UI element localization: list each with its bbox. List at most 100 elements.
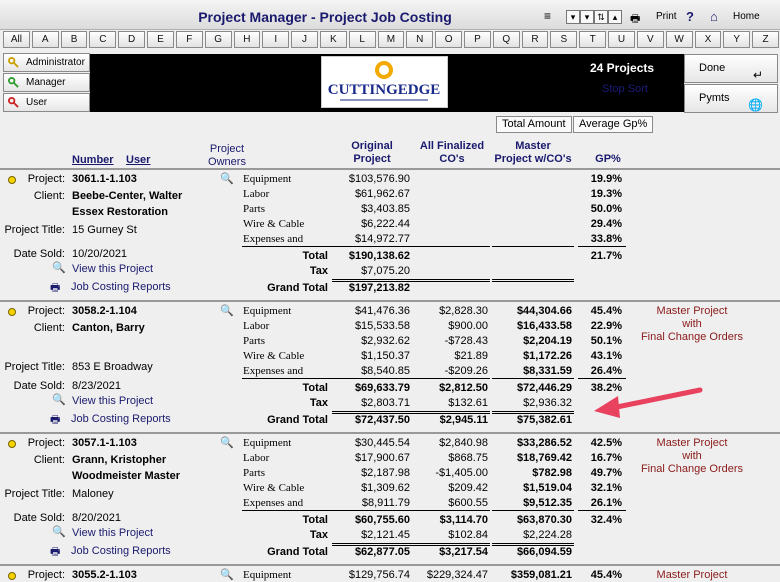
letter-filter-y[interactable]: Y: [723, 31, 751, 48]
project-title-label: Project Title:: [4, 224, 65, 236]
project-title-label: Project Title:: [4, 361, 65, 373]
magnifier-icon[interactable]: 🔍: [52, 261, 66, 274]
category-label: Parts: [243, 203, 265, 215]
letter-filter-c[interactable]: C: [89, 31, 117, 48]
project-number[interactable]: 3057.1-1.103: [72, 437, 137, 449]
cos-value: $209.42: [448, 482, 488, 494]
letter-filter-g[interactable]: G: [204, 31, 232, 48]
printer-icon[interactable]: 🖶: [50, 543, 60, 562]
original-value: $103,576.90: [348, 173, 410, 185]
home-icon[interactable]: ⌂: [710, 9, 718, 25]
category-label: Parts: [243, 335, 265, 347]
category-label: Wire & Cable: [243, 218, 305, 230]
total-amount-button[interactable]: Total Amount: [496, 116, 572, 133]
letter-filter-t[interactable]: T: [579, 31, 607, 48]
letter-filter-p[interactable]: P: [464, 31, 491, 48]
letter-filter-h[interactable]: H: [233, 31, 261, 48]
average-gp-button[interactable]: Average Gp%: [573, 116, 654, 133]
view-project-link[interactable]: View this Project: [72, 395, 153, 407]
master-project-note: with: [682, 450, 702, 462]
letter-filter-l[interactable]: L: [348, 31, 376, 48]
sort-icon[interactable]: ≡: [544, 9, 551, 25]
letter-filter-j[interactable]: J: [291, 31, 318, 48]
done-button[interactable]: Done ↵: [684, 54, 778, 83]
project-number[interactable]: 3058.2-1.104: [72, 305, 137, 317]
grand-total-line: [492, 411, 574, 412]
cos-value: $229,324.47: [426, 569, 488, 581]
role-administrator-button[interactable]: Administrator: [3, 53, 90, 72]
sort-desc-icon[interactable]: ⇅: [594, 10, 608, 24]
original-value: $15,533.58: [354, 320, 410, 332]
letter-filter-r[interactable]: R: [521, 31, 549, 48]
magnifier-icon[interactable]: 🔍: [52, 393, 66, 406]
letter-filter-m[interactable]: M: [377, 31, 405, 48]
tax-master: $2,936.32: [523, 397, 572, 409]
home-button[interactable]: Home: [733, 11, 760, 27]
print-icon[interactable]: 🖶: [630, 10, 640, 26]
collapse-icon[interactable]: ▴: [608, 10, 622, 24]
total-master: $63,870.30: [516, 514, 572, 526]
project-number[interactable]: 3061.1-1.103: [72, 173, 137, 185]
total-original: $60,755.60: [354, 514, 410, 526]
grand-total-line: [412, 411, 490, 412]
payments-button[interactable]: Pymts 🌐: [684, 84, 778, 113]
letter-filter-i[interactable]: I: [262, 31, 290, 48]
letter-filter-f[interactable]: F: [175, 31, 203, 48]
role-user-button[interactable]: User: [3, 93, 90, 112]
total-original: $190,138.62: [348, 250, 410, 262]
tax-original: $7,075.20: [361, 265, 410, 277]
letter-filter-a[interactable]: A: [31, 31, 59, 48]
stop-sort-link[interactable]: Stop Sort: [602, 83, 648, 95]
subtotal-line: [242, 378, 332, 379]
magnifier-icon[interactable]: 🔍: [52, 525, 66, 538]
letter-filter-e[interactable]: E: [147, 31, 174, 48]
job-costing-reports-link[interactable]: Job Costing Reports: [71, 545, 171, 557]
sort-number-link[interactable]: Number: [72, 154, 114, 166]
letter-filter-w[interactable]: W: [665, 31, 693, 48]
grand-cos: $2,945.11: [439, 414, 488, 426]
original-project-header: Original Project: [351, 140, 393, 165]
job-costing-reports-link[interactable]: Job Costing Reports: [71, 413, 171, 425]
letter-filter-v[interactable]: V: [636, 31, 664, 48]
letter-filter-b[interactable]: B: [60, 31, 88, 48]
letter-filter-all[interactable]: All: [3, 31, 30, 48]
letter-filter-n[interactable]: N: [406, 31, 434, 48]
grand-master: $75,382.61: [516, 414, 572, 426]
magnifier-icon[interactable]: 🔍: [220, 568, 234, 581]
sort-user-link[interactable]: User: [126, 154, 150, 166]
letter-filter-s[interactable]: S: [550, 31, 578, 48]
letter-filter-x[interactable]: X: [694, 31, 722, 48]
client-name: Canton, Barry: [72, 322, 145, 334]
project-number[interactable]: 3055.2-1.103: [72, 569, 137, 581]
letter-filter-z[interactable]: Z: [752, 31, 779, 48]
project-label: Project:: [27, 569, 65, 581]
view-project-link[interactable]: View this Project: [72, 263, 153, 275]
job-costing-reports-link[interactable]: Job Costing Reports: [71, 281, 171, 293]
magnifier-icon[interactable]: 🔍: [220, 172, 234, 185]
letter-filter-q[interactable]: Q: [492, 31, 520, 48]
view-project-link[interactable]: View this Project: [72, 527, 153, 539]
role-label: Administrator: [26, 57, 85, 68]
magnifier-icon[interactable]: 🔍: [220, 436, 234, 449]
category-label: Wire & Cable: [243, 482, 305, 494]
letter-filter-k[interactable]: K: [319, 31, 347, 48]
finalized-cos-header: All Finalized CO's: [419, 140, 485, 165]
master-project-note: Master Project: [656, 305, 728, 317]
page-title: Project Manager - Project Job Costing: [198, 9, 452, 25]
original-value: $2,932.62: [361, 335, 410, 347]
role-manager-button[interactable]: Manager: [3, 73, 90, 92]
letter-filter-o[interactable]: O: [435, 31, 462, 48]
printer-icon[interactable]: 🖶: [50, 411, 60, 430]
help-button[interactable]: ?: [686, 9, 694, 25]
grand-total-line: [412, 279, 490, 280]
printer-icon[interactable]: 🖶: [50, 279, 60, 298]
magnifier-icon[interactable]: 🔍: [220, 304, 234, 317]
category-label: Expenses and: [243, 365, 304, 377]
role-label: Manager: [26, 77, 66, 88]
next-icon[interactable]: ▾: [580, 10, 594, 24]
print-button[interactable]: Print: [656, 11, 677, 27]
letter-filter-d[interactable]: D: [118, 31, 146, 48]
letter-filter-u[interactable]: U: [608, 31, 635, 48]
subtotal-line: [332, 378, 412, 379]
dropdown-icon[interactable]: ▾: [566, 10, 580, 24]
